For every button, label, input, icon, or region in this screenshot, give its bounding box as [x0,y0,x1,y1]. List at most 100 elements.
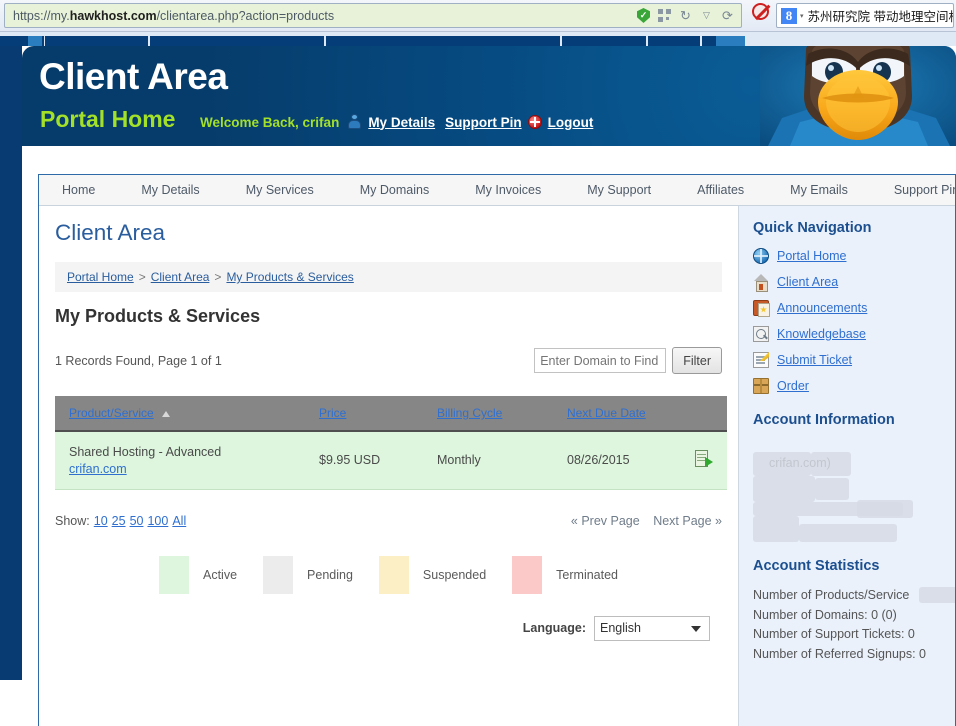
nav-tab-support-pin[interactable]: Support Pin [871,175,955,206]
legend-swatch-active [158,555,189,594]
breadcrumb-item-client-area[interactable]: Client Area [151,270,210,284]
column-header-product-service-link[interactable]: Product/Service [69,406,154,420]
column-header-product-service[interactable]: Product/Service [55,396,305,432]
column-header-next-due-date[interactable]: Next Due Date [553,396,681,432]
product-domain-link[interactable]: crifan.com [69,462,127,476]
breadcrumb-item-portal-home[interactable]: Portal Home [67,270,134,284]
my-details-link[interactable]: My Details [368,115,435,130]
quick-navigation-heading: Quick Navigation [753,220,872,236]
sort-ascending-icon[interactable] [162,410,171,417]
show-option-50[interactable]: 50 [130,514,144,528]
column-header-billing-cycle-link[interactable]: Billing Cycle [437,406,502,420]
sidebar-item-knowledgebase[interactable]: Knowledgebase [753,326,955,342]
view-details-icon[interactable] [695,449,713,468]
nav-tab-my-services[interactable]: My Services [223,175,337,206]
nav-tab-affiliates[interactable]: Affiliates [674,175,767,206]
stat-products-services: Number of Products/Service [753,586,955,606]
blocked-circle-glyph [751,2,769,20]
site-navbar-tab[interactable] [716,36,745,46]
legend-swatch-pending [263,555,294,594]
logout-icon [527,115,542,129]
language-label: Language: [522,621,586,635]
column-header-price-link[interactable]: Price [319,406,346,420]
legend-label-active: Active [202,567,238,582]
site-navbar-active-tab[interactable] [28,36,42,46]
redacted-block [811,452,851,476]
welcome-row: Welcome Back, crifan My Details Support … [200,114,593,130]
pagination-row: Show: 10 25 50 100 All « Prev Page Next Page … [55,514,722,528]
account-information-body: crifan.com) [753,440,955,558]
account-statistics-heading: Account Statistics [753,558,880,574]
sidebar-item-order[interactable]: Order [753,378,955,394]
next-page-button[interactable]: Next Page » [653,514,722,528]
globe-icon [753,248,769,264]
redacted-block [753,476,815,502]
sidebar-item-client-area[interactable]: Client Area [753,274,955,292]
nav-tab-my-domains[interactable]: My Domains [337,175,452,206]
site-navbar-divider [646,36,648,46]
refresh-icon[interactable]: ⟳ [718,6,737,25]
chevron-down-icon[interactable]: ▽ [697,6,716,25]
search-engine-chevron-down-icon[interactable]: ▾ [800,12,804,20]
sidebar-item-label[interactable]: Submit Ticket [777,353,852,367]
logout-link[interactable]: Logout [548,115,594,130]
filter-group: Filter [534,347,722,374]
column-header-next-due-date-link[interactable]: Next Due Date [567,406,646,420]
legend-item-active: Active [158,555,263,594]
cell-price: $9.95 USD [305,431,423,490]
product-name: Shared Hosting - Advanced [69,444,222,459]
nav-tab-my-emails[interactable]: My Emails [767,175,871,206]
support-pin-link[interactable]: Support Pin [445,115,522,130]
breadcrumb: Portal Home > Client Area > My Products … [55,262,722,292]
nav-tab-my-invoices[interactable]: My Invoices [452,175,564,206]
user-icon-body [348,120,362,129]
column-header-price[interactable]: Price [305,396,423,432]
sidebar-item-label[interactable]: Announcements [777,301,867,315]
magnifier-icon [753,326,769,342]
house-icon-door [759,284,763,290]
sidebar-item-label[interactable]: Client Area [777,275,838,289]
qr-code-icon[interactable] [655,6,674,25]
redacted-block [815,478,849,500]
search-box[interactable]: 8 ▾ 苏州研究院 带动地理空间相关产 [776,3,954,28]
portal-home-link[interactable]: Portal Home [40,106,175,133]
sidebar-item-portal-home[interactable]: Portal Home [753,248,955,264]
page-canvas: Client Area Portal Home Welcome Back, cr… [22,46,956,726]
sidebar-item-announcements[interactable]: Announcements [753,300,955,317]
language-select-wrap[interactable]: English [594,615,710,641]
show-option-100[interactable]: 100 [147,514,168,528]
sidebar-item-label[interactable]: Portal Home [777,249,846,263]
reload-icon[interactable]: ↻ [676,6,695,25]
welcome-text: Welcome Back, crifan [200,114,340,130]
legend-item-terminated: Terminated [512,555,618,594]
sidebar-item-label[interactable]: Order [777,379,809,393]
filter-button[interactable]: Filter [672,347,722,374]
breadcrumb-item-my-products-services[interactable]: My Products & Services [226,270,353,284]
table-row[interactable]: Shared Hosting - Advanced crifan.com $9.… [55,431,727,490]
stat-domains: Number of Domains: 0 (0) [753,607,897,622]
nav-tab-my-details[interactable]: My Details [118,175,222,206]
nav-tab-home[interactable]: Home [39,175,118,206]
site-navbar-divider [560,36,562,46]
security-shield-icon[interactable]: ✓ [634,6,653,25]
show-option-10[interactable]: 10 [94,514,108,528]
header-banner: Client Area Portal Home Welcome Back, cr… [22,46,956,146]
cell-product-service: Shared Hosting - Advanced crifan.com [55,431,305,490]
url-bar[interactable]: https://my.hawkhost.com/clientarea.php?a… [4,3,742,28]
prev-page-button[interactable]: « Prev Page [571,514,640,528]
domain-search-input[interactable] [534,348,667,373]
blocked-content-icon[interactable] [749,0,771,22]
site-navbar-divider [44,36,45,46]
redacted-block [753,516,799,542]
sidebar-item-submit-ticket[interactable]: Submit Ticket [753,352,955,368]
search-input[interactable]: 苏州研究院 带动地理空间相关产 [808,6,953,25]
column-header-billing-cycle[interactable]: Billing Cycle [423,396,553,432]
site-navbar-strip [0,32,956,46]
sidebar-item-label[interactable]: Knowledgebase [777,327,866,341]
cell-actions[interactable] [681,431,727,490]
show-option-25[interactable]: 25 [112,514,126,528]
user-icon [347,114,362,130]
show-option-all[interactable]: All [172,514,186,528]
nav-tab-my-support[interactable]: My Support [564,175,674,206]
language-select[interactable]: English [594,615,710,641]
